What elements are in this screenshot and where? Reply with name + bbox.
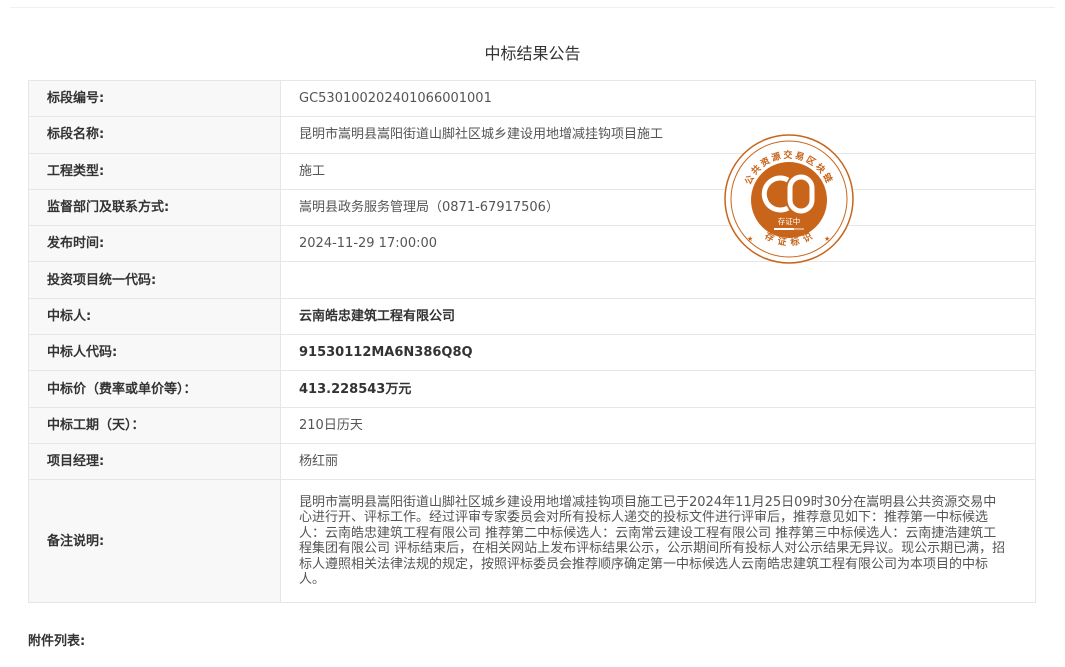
row-value-section-name: 昆明市嵩明县嵩阳街道山脚社区城乡建设用地增减挂钩项目施工 <box>280 116 1036 154</box>
table-row: 投资项目统一代码: <box>28 261 1036 299</box>
row-label-winning-price: 中标价（费率或单价等）： <box>28 370 281 408</box>
row-value-project-type: 施工 <box>280 152 1036 190</box>
row-value-winning-price: 413.228543万元 <box>280 370 1036 408</box>
row-label-supervisor: 监督部门及联系方式: <box>28 188 281 227</box>
seal-star-icon-right: ★ <box>824 235 830 243</box>
table-row: 中标人: 云南皓忠建筑工程有限公司 <box>28 297 1036 336</box>
table-row: 中标人代码: 91530112MA6N386Q8Q <box>28 334 1036 372</box>
seal-star-icon-left: ★ <box>747 235 753 243</box>
table-row: 中标工期（天）： 210日历天 <box>28 406 1036 444</box>
table-row: 监督部门及联系方式: 嵩明县政务服务管理局（0871-67917506） <box>28 188 1036 227</box>
row-value-project-manager: 杨红丽 <box>280 442 1036 481</box>
table-row: 备注说明: 昆明市嵩明县嵩阳街道山脚社区城乡建设用地增减挂钩项目施工已于2024… <box>28 479 1036 604</box>
announcement-table: 标段编号: GC530100202401066001001 标段名称: 昆明市嵩… <box>28 79 1036 604</box>
row-value-remarks: 昆明市嵩明县嵩阳街道山脚社区城乡建设用地增减挂钩项目施工已于2024年11月25… <box>280 479 1036 604</box>
row-label-investment-code: 投资项目统一代码: <box>28 261 281 299</box>
row-value-winner: 云南皓忠建筑工程有限公司 <box>280 297 1036 336</box>
seal-inner-text: 存证中 <box>778 216 801 226</box>
table-row: 工程类型: 施工 <box>28 152 1036 190</box>
row-value-section-number: GC530100202401066001001 <box>280 79 1036 118</box>
page-title: 中标结果公告 <box>484 44 581 63</box>
row-label-duration: 中标工期（天）： <box>28 406 281 444</box>
row-value-investment-code <box>280 261 1036 299</box>
seal-progress-bar <box>774 228 794 230</box>
table-row: 标段编号: GC530100202401066001001 <box>28 79 1036 118</box>
row-label-publish-time: 发布时间: <box>28 225 281 263</box>
row-label-remarks: 备注说明: <box>28 479 281 604</box>
table-row: 中标价（费率或单价等）： 413.228543万元 <box>28 370 1036 408</box>
blockchain-certification-seal: 公共资源交易区块链 存证中 存 证 标 识 ★ ★ <box>724 134 854 264</box>
row-label-section-number: 标段编号: <box>28 79 281 118</box>
row-value-supervisor: 嵩明县政务服务管理局（0871-67917506） <box>280 188 1036 227</box>
row-label-winner-code: 中标人代码: <box>28 334 281 372</box>
row-label-section-name: 标段名称: <box>28 116 281 154</box>
top-divider <box>10 7 1055 8</box>
table-row: 发布时间: 2024-11-29 17:00:00 <box>28 225 1036 263</box>
row-value-publish-time: 2024-11-29 17:00:00 <box>280 225 1036 263</box>
row-value-duration: 210日历天 <box>280 406 1036 444</box>
table-row: 标段名称: 昆明市嵩明县嵩阳街道山脚社区城乡建设用地增减挂钩项目施工 <box>28 116 1036 154</box>
row-value-winner-code: 91530112MA6N386Q8Q <box>280 334 1036 372</box>
table-row: 项目经理: 杨红丽 <box>28 442 1036 481</box>
attachments-label: 附件列表: <box>28 634 86 649</box>
row-label-project-manager: 项目经理: <box>28 442 281 481</box>
row-label-project-type: 工程类型: <box>28 152 281 190</box>
row-label-winner: 中标人: <box>28 297 281 336</box>
